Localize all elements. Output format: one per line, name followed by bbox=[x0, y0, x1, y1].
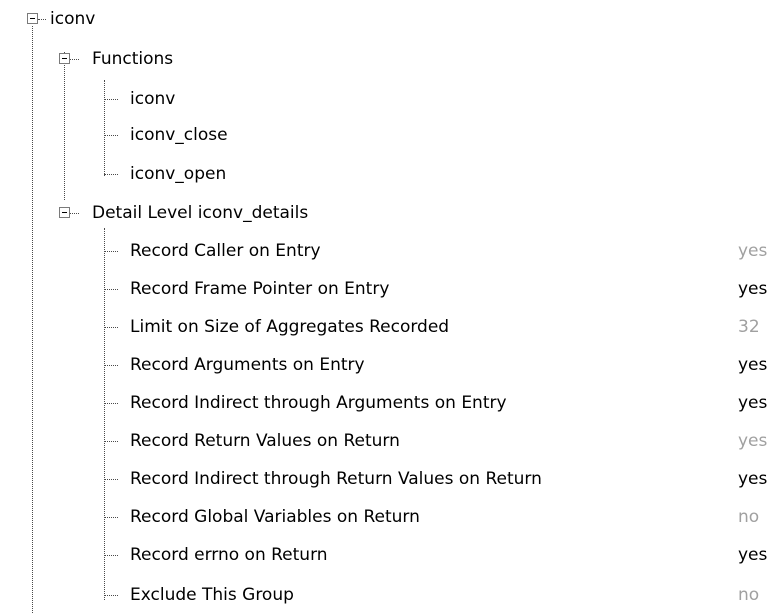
detail-row-label: Record errno on Return bbox=[130, 545, 328, 565]
tree-connector bbox=[104, 289, 118, 290]
collapse-toggle-icon[interactable] bbox=[27, 13, 38, 24]
tree-leaf-label: iconv_close bbox=[130, 125, 228, 145]
detail-row[interactable]: Record Global Variables on Return no bbox=[0, 504, 783, 530]
detail-row-value[interactable]: no bbox=[738, 504, 759, 530]
detail-row-value[interactable]: yes bbox=[738, 466, 767, 492]
tree-leaf-function[interactable]: iconv_open bbox=[0, 161, 783, 187]
tree-connector bbox=[104, 365, 118, 366]
detail-row[interactable]: Record Return Values on Return yes bbox=[0, 428, 783, 454]
detail-row[interactable]: Record errno on Return yes bbox=[0, 542, 783, 568]
tree-connector bbox=[70, 59, 79, 60]
tree-node-label: Detail Level iconv_details bbox=[92, 203, 309, 223]
detail-row[interactable]: Record Caller on Entry yes bbox=[0, 238, 783, 264]
tree-connector bbox=[104, 479, 118, 480]
tree-connector bbox=[104, 251, 118, 252]
tree-leaf-function[interactable]: iconv bbox=[0, 86, 783, 112]
detail-row-value[interactable]: yes bbox=[738, 428, 767, 454]
detail-row[interactable]: Record Indirect through Return Values on… bbox=[0, 466, 783, 492]
tree-leaf-function[interactable]: iconv_close bbox=[0, 122, 783, 148]
detail-row-label: Record Global Variables on Return bbox=[130, 507, 420, 527]
detail-row[interactable]: Record Indirect through Arguments on Ent… bbox=[0, 390, 783, 416]
tree-node-iconv[interactable]: iconv bbox=[0, 6, 783, 32]
detail-row-label: Record Caller on Entry bbox=[130, 241, 321, 261]
tree-connector bbox=[104, 327, 118, 328]
tree-node-label: iconv bbox=[50, 9, 96, 29]
detail-row-value[interactable]: yes bbox=[738, 390, 767, 416]
detail-row-label: Record Indirect through Arguments on Ent… bbox=[130, 393, 507, 413]
detail-row-label: Record Return Values on Return bbox=[130, 431, 400, 451]
detail-row-label: Record Indirect through Return Values on… bbox=[130, 469, 542, 489]
tree-connector bbox=[104, 517, 118, 518]
tree-connector bbox=[104, 555, 118, 556]
detail-row[interactable]: Record Frame Pointer on Entry yes bbox=[0, 276, 783, 302]
tree-node-functions[interactable]: Functions bbox=[0, 46, 783, 72]
tree-connector bbox=[104, 99, 118, 100]
detail-row[interactable]: Limit on Size of Aggregates Recorded 32 bbox=[0, 314, 783, 340]
detail-row-label: Exclude This Group bbox=[130, 585, 294, 605]
detail-row-label: Limit on Size of Aggregates Recorded bbox=[130, 317, 450, 337]
detail-row-value[interactable]: yes bbox=[738, 276, 767, 302]
detail-tree: iconv Functions iconv iconv_close iconv_… bbox=[0, 0, 783, 613]
detail-row-value[interactable]: 32 bbox=[738, 314, 760, 340]
collapse-toggle-icon[interactable] bbox=[59, 207, 70, 218]
detail-row[interactable]: Exclude This Group no bbox=[0, 582, 783, 608]
tree-connector bbox=[104, 441, 118, 442]
tree-connector bbox=[38, 19, 46, 20]
detail-row[interactable]: Record Arguments on Entry yes bbox=[0, 352, 783, 378]
tree-connector bbox=[104, 135, 118, 136]
tree-connector bbox=[104, 403, 118, 404]
tree-node-detail-level[interactable]: Detail Level iconv_details bbox=[0, 200, 783, 226]
collapse-toggle-icon[interactable] bbox=[59, 53, 70, 64]
detail-row-label: Record Arguments on Entry bbox=[130, 355, 365, 375]
tree-connector bbox=[70, 213, 79, 214]
tree-connector bbox=[104, 174, 118, 175]
detail-row-value[interactable]: no bbox=[738, 582, 759, 608]
tree-leaf-label: iconv bbox=[130, 89, 176, 109]
detail-row-label: Record Frame Pointer on Entry bbox=[130, 279, 390, 299]
tree-node-label: Functions bbox=[92, 49, 174, 69]
detail-row-value[interactable]: yes bbox=[738, 352, 767, 378]
tree-leaf-label: iconv_open bbox=[130, 164, 227, 184]
detail-row-value[interactable]: yes bbox=[738, 238, 767, 264]
tree-connector bbox=[104, 595, 118, 596]
detail-row-value[interactable]: yes bbox=[738, 542, 767, 568]
